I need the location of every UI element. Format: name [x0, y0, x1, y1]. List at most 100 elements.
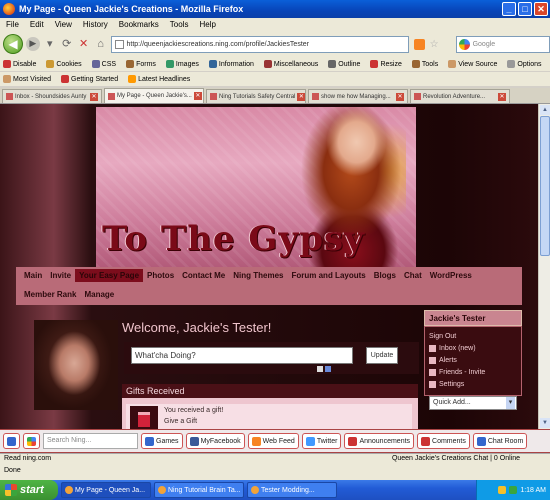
update-button[interactable]: Update — [366, 347, 398, 364]
browser-tab[interactable]: Inbox - Shoundsides Aunty ✕ — [2, 89, 102, 103]
site-nav-item-forum-and-layouts[interactable]: Forum and Layouts — [288, 269, 370, 282]
scroll-up-arrow-icon[interactable]: ▲ — [540, 105, 550, 115]
ning-button-web-feed[interactable]: Web Feed — [247, 433, 299, 449]
status-bar: Read ning.com Queen Jackie's Creations C… — [0, 453, 550, 480]
tab-close-icon[interactable]: ✕ — [297, 92, 305, 101]
status-input[interactable]: What'cha Doing? — [131, 347, 353, 364]
menu-bookmarks[interactable]: Bookmarks — [119, 20, 159, 29]
reload-icon[interactable]: ⟳ — [60, 37, 74, 51]
bookmark-label: Resize — [380, 60, 402, 68]
scrollbar-thumb[interactable] — [540, 116, 550, 256]
bookmark-item[interactable]: CSS — [91, 60, 116, 68]
taskbar-task[interactable]: Tester Modding... — [247, 482, 337, 498]
taskbar-task[interactable]: Ning Tutorial Brain Ta... — [154, 482, 244, 498]
google-button[interactable] — [23, 433, 40, 449]
site-nav-item-photos[interactable]: Photos — [143, 269, 178, 282]
browser-tab[interactable]: My Page - Queen Jackie's... ✕ — [104, 88, 204, 103]
tab-close-icon[interactable]: ✕ — [90, 92, 98, 101]
ning-settings-button[interactable] — [3, 433, 20, 449]
give-gift-link[interactable]: Give a Gift — [164, 418, 197, 425]
site-nav-item-chat[interactable]: Chat — [400, 269, 426, 282]
tray-icon[interactable] — [509, 486, 518, 494]
start-label: start — [20, 484, 44, 496]
sidebar-link[interactable]: Sign Out — [429, 330, 517, 342]
dropdown-history-icon[interactable]: ▾ — [43, 37, 57, 51]
bookmark-item[interactable]: Images — [165, 60, 199, 68]
ning-button-games[interactable]: Games — [141, 433, 183, 449]
bookmark-item[interactable]: Tools — [411, 60, 438, 68]
tab-close-icon[interactable]: ✕ — [396, 92, 404, 101]
site-nav-item-ning-themes[interactable]: Ning Themes — [229, 269, 287, 282]
bookmark-item[interactable]: Options — [507, 60, 542, 68]
sidebar-link[interactable]: Alerts — [429, 354, 517, 366]
sidebar-link-icon — [429, 368, 436, 376]
site-nav-item-manage[interactable]: Manage — [80, 288, 118, 301]
browser-tab[interactable]: Revolution Adventure... ✕ — [410, 89, 510, 103]
rss-icon[interactable] — [413, 38, 425, 50]
bookmark-item[interactable]: View Source — [448, 60, 497, 68]
url-bar[interactable]: http://queenjackiescreations.ning.com/pr… — [110, 35, 409, 53]
browser-tab[interactable]: show me how Managing... ✕ — [308, 89, 408, 103]
browser-tab[interactable]: Ning Tutorials Safety Central ✕ — [206, 89, 306, 103]
scroll-down-arrow-icon[interactable]: ▼ — [540, 418, 550, 428]
sidebar-link[interactable]: Inbox (new) — [429, 342, 517, 354]
menu-file[interactable]: File — [6, 20, 19, 29]
bookmark-item[interactable]: Information — [208, 60, 254, 68]
gift-icon[interactable] — [130, 406, 158, 429]
menu-view[interactable]: View — [55, 20, 72, 29]
bookmark-star-icon[interactable]: ☆ — [430, 39, 439, 50]
privacy-icon[interactable] — [325, 366, 331, 372]
minimize-button[interactable]: _ — [502, 2, 516, 16]
ning-button-comments[interactable]: Comments — [417, 433, 470, 449]
ning-button-myfacebook[interactable]: MyFacebook — [185, 433, 245, 449]
bookmark-label: Images — [175, 60, 199, 68]
search-input[interactable]: Google — [455, 35, 550, 53]
taskbar-task[interactable]: My Page - Queen Ja... — [61, 482, 151, 498]
bookmark-item[interactable]: Miscellaneous — [263, 60, 318, 68]
sidebar-link-icon — [429, 344, 436, 352]
sidebar-link[interactable]: Friends - Invite — [429, 366, 517, 378]
tray-icon[interactable] — [498, 486, 507, 494]
sidebar-link[interactable]: Settings — [429, 378, 517, 390]
quick-add-select[interactable]: Quick Add... — [429, 396, 517, 410]
bookmark-item[interactable]: Most Visited — [3, 75, 51, 83]
bookmark-item[interactable]: Disable — [3, 60, 36, 68]
site-nav-item-blogs[interactable]: Blogs — [370, 269, 400, 282]
checkbox-icon[interactable] — [317, 366, 323, 372]
menu-tools[interactable]: Tools — [170, 20, 189, 29]
forward-button[interactable]: ▶ — [25, 37, 40, 51]
menu-help[interactable]: Help — [199, 20, 215, 29]
site-nav-item-contact-me[interactable]: Contact Me — [178, 269, 229, 282]
ning-button-announcements[interactable]: Announcements — [344, 433, 415, 449]
tab-close-icon[interactable]: ✕ — [193, 92, 202, 100]
bookmark-item[interactable]: Getting Started — [61, 75, 118, 83]
ning-button-twitter[interactable]: Twitter — [301, 433, 342, 449]
bookmark-item[interactable]: Latest Headlines — [128, 75, 190, 83]
site-nav-item-your-easy-page[interactable]: Your Easy Page — [75, 269, 144, 282]
vertical-scrollbar[interactable]: ▲ ▼ — [538, 104, 550, 429]
bookmark-item[interactable]: Forms — [126, 60, 156, 68]
sidebar-list: Sign Out Inbox (new) Alerts Friends - Invit… — [429, 330, 517, 390]
ning-search-input[interactable]: Search Ning... — [43, 433, 138, 449]
home-icon[interactable]: ⌂ — [94, 37, 108, 51]
site-nav-item-invite[interactable]: Invite — [46, 269, 75, 282]
sidebar-link-label: Sign Out — [429, 332, 457, 340]
bookmark-item[interactable]: Outline — [328, 60, 360, 68]
maximize-button[interactable]: □ — [518, 2, 532, 16]
bookmark-icon — [91, 60, 100, 68]
task-label: Tester Modding... — [261, 486, 315, 494]
bookmark-item[interactable]: Resize — [370, 60, 402, 68]
site-nav-item-member-rank[interactable]: Member Rank — [20, 288, 80, 301]
site-nav-item-wordpress[interactable]: WordPress — [426, 269, 476, 282]
start-button[interactable]: start — [0, 480, 58, 500]
close-button[interactable]: ✕ — [534, 2, 548, 16]
menu-edit[interactable]: Edit — [30, 20, 44, 29]
profile-avatar[interactable] — [34, 320, 118, 410]
menu-history[interactable]: History — [83, 20, 108, 29]
bookmark-item[interactable]: Cookies — [46, 60, 82, 68]
site-nav-item-main[interactable]: Main — [20, 269, 46, 282]
back-button[interactable]: ◀ — [3, 34, 23, 54]
tab-close-icon[interactable]: ✕ — [498, 92, 506, 101]
ning-button-chat-room[interactable]: Chat Room — [472, 433, 528, 449]
stop-icon[interactable]: ✕ — [77, 37, 91, 51]
